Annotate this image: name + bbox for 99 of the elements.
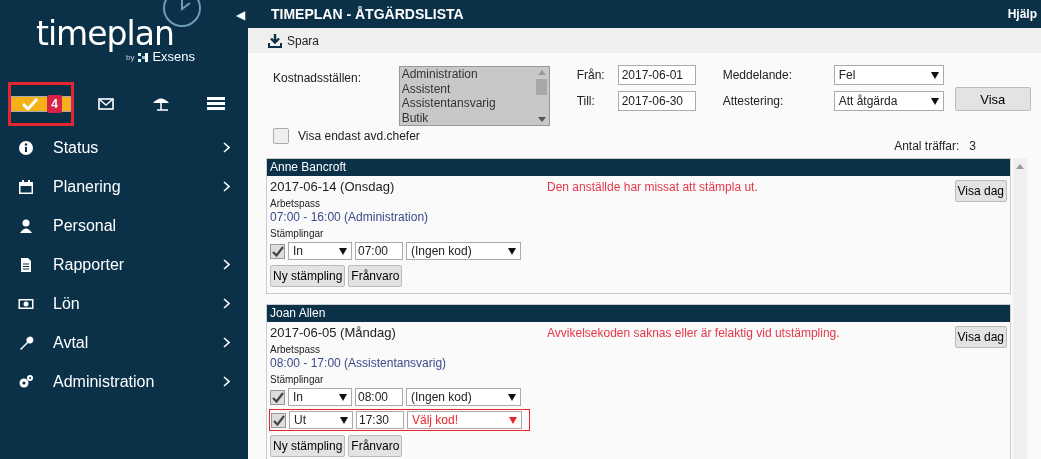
absence-button[interactable]: Frånvaro xyxy=(348,435,403,457)
chevron-icon xyxy=(223,298,230,309)
checkbox[interactable] xyxy=(270,389,285,405)
field-label: Meddelande: xyxy=(722,68,794,82)
hits-label: Antal träffar: xyxy=(894,139,960,153)
list-option[interactable]: Assistentansvarig xyxy=(401,96,535,111)
envelope-icon xyxy=(97,98,114,110)
error-message: Avvikelsekoden saknas eller är felaktig vid utstämpling. xyxy=(547,325,841,342)
dropdown-arrow-icon xyxy=(508,393,516,401)
menu-label: Planering xyxy=(53,177,122,196)
field-label: Från: xyxy=(576,68,606,82)
checkbox[interactable] xyxy=(273,128,289,144)
wrench-icon xyxy=(18,334,34,351)
error-message: Den anställde har missat att stämpla ut. xyxy=(547,179,759,196)
list-option[interactable]: Administration xyxy=(401,67,535,82)
new-stamp-button[interactable]: Ny stämpling xyxy=(270,435,346,457)
message-select[interactable]: Fel xyxy=(833,65,944,85)
menu-label: Administration xyxy=(53,372,156,391)
dropdown-arrow-icon xyxy=(508,247,516,255)
menu-label: Personal xyxy=(53,216,118,235)
menu-item[interactable]: Personal xyxy=(0,206,248,245)
menu-item[interactable]: Avtal xyxy=(0,323,248,362)
logo-brand: Exsens xyxy=(152,50,196,64)
chevron-icon xyxy=(223,376,230,387)
direction-select[interactable]: In xyxy=(288,388,352,406)
show-day-button[interactable]: Visa dag xyxy=(954,180,1007,202)
dropdown-arrow-icon xyxy=(930,71,939,79)
list-option[interactable]: Butik xyxy=(401,110,535,125)
field-label: Kostnadsställen: xyxy=(273,71,363,85)
save-button[interactable]: Spara xyxy=(268,33,320,48)
section-label: Stämplingar xyxy=(270,373,325,386)
shift-text: 08:00 - 17:00 (Assistentansvarig) xyxy=(270,356,448,371)
count-badge: 4 xyxy=(47,95,62,113)
absence-button[interactable]: Frånvaro xyxy=(348,265,403,287)
time-field[interactable]: 08:00 xyxy=(355,388,403,406)
dropdown-arrow-icon xyxy=(339,247,347,255)
menu-item[interactable]: Status xyxy=(0,128,248,167)
menu-item[interactable]: Lön xyxy=(0,284,248,323)
field-label: Attestering: xyxy=(722,94,785,108)
dropdown-arrow-icon xyxy=(340,416,348,424)
show-button[interactable]: Visa xyxy=(954,87,1031,111)
checkbox[interactable] xyxy=(271,412,286,428)
checkbox-label: Visa endast avd.chefer xyxy=(298,129,420,143)
employee-name: Anne Bancroft xyxy=(270,160,347,174)
cost-center-listbox[interactable]: Administration Assistent Assistentansvarig Butik xyxy=(398,66,550,126)
new-stamp-button[interactable]: Ny stämpling xyxy=(270,265,346,287)
collapse-icon[interactable]: ◀ xyxy=(236,8,245,22)
checkbox[interactable] xyxy=(270,243,285,259)
shift-text: 07:00 - 16:00 (Administration) xyxy=(270,210,430,225)
menu-label: Lön xyxy=(53,294,81,313)
chevron-icon xyxy=(223,181,230,192)
download-icon xyxy=(268,33,282,48)
record-date: 2017-06-05 (Måndag) xyxy=(270,325,397,341)
document-icon xyxy=(18,256,34,273)
chevron-icon xyxy=(223,337,230,348)
chevron-icon xyxy=(223,259,230,270)
menu-item[interactable]: Rapporter xyxy=(0,245,248,284)
help-link[interactable]: Hjälp xyxy=(1007,7,1037,21)
hits-count: 3 xyxy=(969,139,976,153)
logo-wordmark: timeplan xyxy=(36,16,174,52)
page-title: TIMEPLAN - ÅTGÄRDSLISTA xyxy=(271,6,464,22)
menu-label: Avtal xyxy=(53,333,90,352)
show-day-button[interactable]: Visa dag xyxy=(954,326,1007,348)
code-select[interactable]: (Ingen kod) xyxy=(406,242,521,260)
direction-select[interactable]: In xyxy=(288,242,352,260)
section-label: Stämplingar xyxy=(270,227,325,240)
info-icon xyxy=(18,139,34,156)
list-icon xyxy=(207,97,226,111)
section-label: Arbetspass xyxy=(270,197,322,210)
person-icon xyxy=(18,217,34,234)
checkmark-icon xyxy=(22,98,38,110)
logo-byline: by xyxy=(126,52,135,62)
time-field[interactable]: 17:30 xyxy=(356,411,404,429)
dropdown-arrow-icon xyxy=(509,416,517,424)
field-label: Till: xyxy=(576,94,596,108)
approval-select[interactable]: Att åtgärda xyxy=(833,91,944,111)
code-select[interactable]: (Ingen kod) xyxy=(406,388,521,406)
employee-name: Joan Allen xyxy=(270,306,326,320)
chevron-icon xyxy=(223,142,230,153)
menu-label: Status xyxy=(53,138,100,157)
section-label: Arbetspass xyxy=(270,343,322,356)
tasks-button[interactable]: 4 xyxy=(11,96,71,112)
menu-item[interactable]: Administration xyxy=(0,362,248,401)
time-field[interactable]: 07:00 xyxy=(355,242,403,260)
gears-icon xyxy=(18,373,34,390)
calendar-icon xyxy=(18,178,34,195)
menu-label: Rapporter xyxy=(53,255,126,274)
direction-select[interactable]: Ut xyxy=(289,411,353,429)
umbrella-icon xyxy=(152,96,170,112)
list-option[interactable]: Assistent xyxy=(401,81,535,96)
menu-item[interactable]: Planering xyxy=(0,167,248,206)
dropdown-arrow-icon xyxy=(339,393,347,401)
dropdown-arrow-icon xyxy=(930,97,939,105)
scrollbar[interactable] xyxy=(1013,158,1027,459)
brand-icon xyxy=(138,52,149,62)
date-field[interactable]: 2017-06-01 xyxy=(617,65,696,85)
date-field[interactable]: 2017-06-30 xyxy=(617,91,696,111)
record-date: 2017-06-14 (Onsdag) xyxy=(270,179,396,195)
code-select[interactable]: Välj kod! xyxy=(407,411,522,429)
